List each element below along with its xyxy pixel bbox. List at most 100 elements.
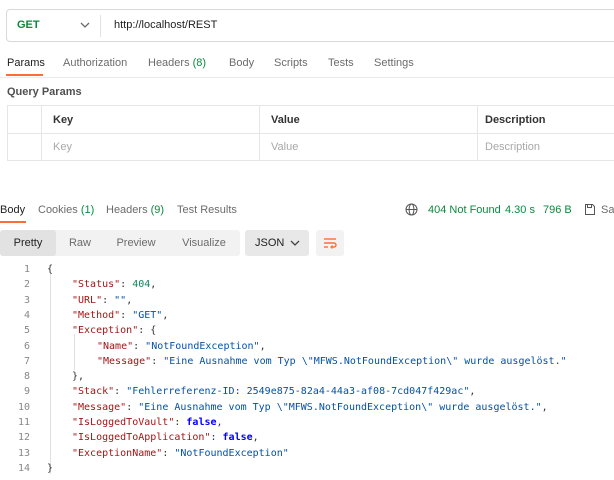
line-number: 5 — [23, 325, 30, 337]
response-tab-cookies[interactable]: Cookies (1) — [38, 204, 94, 216]
code-content: }, — [72, 369, 84, 384]
json-punc-token: } — [47, 462, 54, 474]
globe-icon[interactable] — [405, 203, 418, 216]
code-content: "Method": "GET", — [72, 308, 168, 323]
save-response-button[interactable]: Sa — [601, 204, 614, 216]
active-tab-indicator — [6, 74, 43, 76]
tab-scripts[interactable]: Scripts — [274, 57, 308, 69]
response-tab-headers-label: Headers — [106, 204, 148, 216]
line-number: 8 — [23, 371, 30, 383]
param-key-input[interactable]: Key — [42, 134, 260, 161]
indent-guide — [74, 334, 75, 370]
code-content: "Exception": { — [72, 323, 156, 338]
line-number: 13 — [17, 447, 30, 459]
json-str-token: "Fehlerreferenz-ID: 2549e875-82a4-44a3-a… — [126, 386, 470, 398]
tab-params[interactable]: Params — [7, 57, 45, 69]
indent-guide — [50, 272, 51, 474]
json-punc-token: : — [120, 279, 133, 291]
json-bool-token: false — [222, 432, 253, 444]
json-key-token: "Exception" — [72, 325, 139, 337]
tab-headers-label: Headers — [148, 57, 190, 69]
column-header-value: Value — [260, 106, 478, 134]
json-str-token: "NotFoundException" — [145, 340, 260, 352]
json-str-token: "GET" — [132, 309, 163, 321]
wrap-lines-button[interactable] — [316, 230, 344, 256]
line-number: 1 — [23, 264, 30, 275]
json-str-token: "NotFoundException" — [174, 447, 289, 459]
json-key-token: "Name" — [97, 340, 134, 352]
line-number: 4 — [23, 309, 30, 321]
preview-button[interactable]: Preview — [104, 230, 168, 256]
raw-button[interactable]: Raw — [56, 230, 104, 256]
code-content: "ExceptionName": "NotFoundException" — [72, 446, 289, 461]
json-punc-token: : — [102, 294, 115, 306]
code-content: "Status": 404, — [72, 277, 156, 292]
json-punc-token: , — [162, 309, 169, 321]
json-key-token: "Message" — [72, 401, 127, 413]
tab-settings[interactable]: Settings — [374, 57, 414, 69]
code-content: "URL": "", — [72, 293, 132, 308]
json-punc-token: , — [216, 417, 223, 428]
json-punc-token: : — [120, 309, 133, 321]
json-punc-token: , — [252, 432, 259, 444]
tab-tests[interactable]: Tests — [328, 57, 354, 69]
chevron-down-icon[interactable] — [79, 18, 91, 32]
json-punc-token: : { — [138, 325, 157, 337]
json-punc-token: : — [133, 340, 146, 352]
language-select-label: JSON — [255, 237, 285, 249]
url-divider — [100, 15, 101, 37]
url-bar: GET http://localhost/REST — [6, 9, 614, 42]
tab-authorization[interactable]: Authorization — [63, 57, 127, 69]
json-punc-token: , — [259, 340, 266, 352]
response-time[interactable]: 4.30 s — [505, 204, 535, 216]
tab-body[interactable]: Body — [229, 57, 254, 69]
query-params-table: Key Value Description Key Value Descript… — [7, 105, 614, 161]
url-input[interactable]: http://localhost/REST — [114, 19, 217, 31]
line-number: 7 — [23, 355, 30, 367]
response-tab-test-results[interactable]: Test Results — [177, 204, 237, 216]
format-toggle-group: Pretty Raw Preview Visualize — [0, 230, 240, 256]
json-punc-token: : — [126, 401, 139, 413]
json-str-token: "Eine Ausnahme vom Typ \"MFWS.NotFoundEx… — [163, 355, 567, 367]
chevron-down-icon — [290, 240, 300, 246]
language-select[interactable]: JSON — [245, 230, 309, 256]
param-description-input[interactable]: Description — [478, 134, 614, 161]
line-number: 14 — [17, 462, 30, 474]
tab-headers[interactable]: Headers (8) — [148, 57, 206, 69]
pretty-button[interactable]: Pretty — [0, 230, 56, 256]
line-number: 6 — [23, 340, 30, 352]
column-header-key: Key — [42, 106, 260, 134]
line-number: 10 — [17, 401, 30, 413]
wrap-lines-icon — [324, 238, 337, 249]
visualize-button[interactable]: Visualize — [168, 230, 240, 256]
json-key-token: "IsLoggedToVault" — [72, 417, 175, 428]
save-icon[interactable] — [584, 203, 596, 216]
response-status[interactable]: 404 Not Found — [428, 204, 501, 216]
json-punc-token: : — [210, 432, 223, 444]
method-select[interactable]: GET — [17, 19, 40, 31]
response-tab-cookies-count: (1) — [80, 204, 95, 216]
code-content: "Stack": "Fehlerreferenz-ID: 2549e875-82… — [72, 384, 475, 399]
divider — [0, 77, 614, 78]
json-punc-token: }, — [72, 371, 85, 383]
code-content: } — [47, 461, 53, 476]
code-content: { — [47, 262, 53, 277]
json-punc-token: : — [151, 355, 164, 367]
line-number: 12 — [17, 432, 30, 444]
json-punc-token: , — [541, 401, 548, 413]
response-size[interactable]: 796 B — [543, 204, 572, 216]
line-number: 3 — [23, 294, 30, 306]
json-key-token: "ExceptionName" — [72, 447, 163, 459]
json-punc-token: : — [114, 386, 127, 398]
checkbox-cell[interactable] — [8, 134, 42, 161]
json-key-token: "Status" — [72, 279, 121, 291]
response-tab-headers[interactable]: Headers (9) — [106, 204, 164, 216]
code-content: "IsLoggedToApplication": false, — [72, 430, 259, 445]
json-punc-token: , — [150, 279, 157, 291]
code-content: "Name": "NotFoundException", — [97, 339, 266, 354]
param-value-input[interactable]: Value — [260, 134, 478, 161]
json-punc-token: , — [126, 294, 133, 306]
code-content: "IsLoggedToVault": false, — [72, 415, 223, 430]
response-tab-body[interactable]: Body — [0, 204, 25, 216]
response-tab-headers-count: (9) — [150, 204, 165, 216]
